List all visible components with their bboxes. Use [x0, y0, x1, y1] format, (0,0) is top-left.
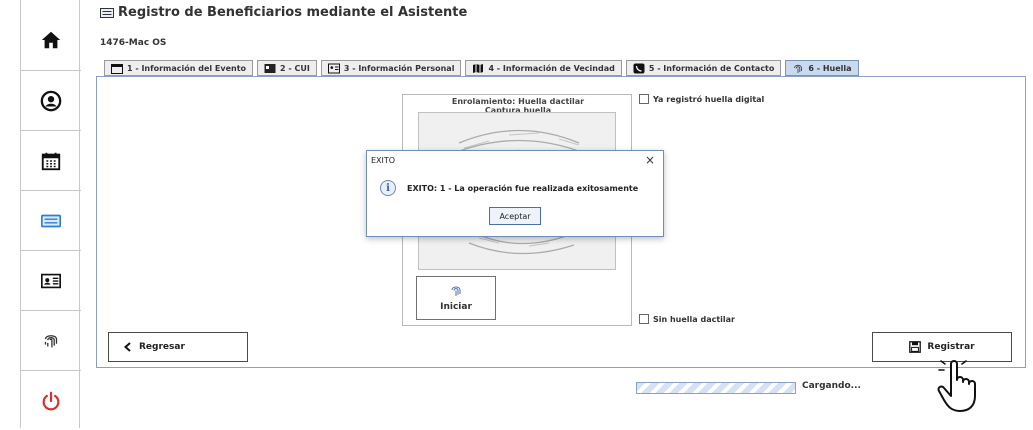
success-dialog: EXITO × i EXITO: 1 - La operación fue re…: [366, 150, 664, 237]
checkbox-box[interactable]: [639, 94, 649, 104]
dialog-ok-button[interactable]: Aceptar: [489, 207, 541, 225]
id-card-icon: [327, 63, 340, 73]
page-title-text: Registro de Beneficiarios mediante el As…: [118, 5, 468, 20]
phone-icon: [633, 63, 645, 73]
device-label: 1476-Mac OS: [100, 38, 167, 48]
tab-event-info[interactable]: 1 - Información del Evento: [104, 60, 254, 76]
fingerprint-icon: [44, 334, 58, 347]
sidebar: [20, 0, 81, 430]
id-card-icon: [41, 273, 61, 288]
keyboard-icon: [100, 7, 114, 18]
sidebar-item-user[interactable]: [21, 70, 81, 130]
power-icon: [42, 391, 60, 410]
page-title: Registro de Beneficiarios mediante el As…: [100, 5, 467, 20]
map-icon: [473, 63, 484, 73]
chevron-left-icon: [123, 342, 131, 352]
checkbox-label: Sin huella dactilar: [653, 314, 735, 324]
loading-progress-bar: [636, 382, 796, 394]
tab-fingerprint[interactable]: 6 - Huella: [785, 60, 859, 76]
sidebar-item-home[interactable]: [21, 10, 81, 70]
start-capture-button[interactable]: Iniciar: [416, 276, 496, 320]
wizard-tabs: 1 - Información del Evento 2 - CUI 3 - I…: [104, 60, 859, 76]
sidebar-item-fingerprint[interactable]: [21, 310, 81, 370]
dialog-title: EXITO: [371, 156, 396, 165]
dialog-close-button[interactable]: ×: [645, 153, 655, 167]
loading-text: Cargando...: [802, 381, 861, 391]
no-fingerprint-checkbox[interactable]: Sin huella dactilar: [639, 314, 735, 324]
tab-cui[interactable]: 2 - CUI: [257, 60, 317, 76]
save-icon: [909, 341, 922, 353]
fingerprint-icon: [794, 64, 803, 73]
calendar-icon: [41, 152, 61, 170]
already-registered-checkbox[interactable]: Ya registró huella digital: [639, 94, 764, 104]
fingerprint-icon: [451, 286, 461, 296]
id-icon: [264, 63, 276, 73]
tab-personal-info[interactable]: 3 - Información Personal: [320, 60, 462, 76]
enrollment-title: Enrolamiento: Huella dactilar: [451, 97, 585, 106]
back-button[interactable]: Regresar: [108, 332, 248, 362]
checkbox-box[interactable]: [639, 314, 649, 324]
checkbox-label: Ya registró huella digital: [653, 94, 765, 104]
sidebar-item-power[interactable]: [21, 370, 81, 430]
calendar-icon: [111, 63, 123, 74]
tab-residence-info[interactable]: 4 - Información de Vecindad: [465, 60, 622, 76]
sidebar-item-keyboard[interactable]: [21, 190, 81, 250]
home-icon: [41, 31, 61, 49]
sidebar-item-id-card[interactable]: [21, 250, 81, 310]
sidebar-item-calendar[interactable]: [21, 130, 81, 190]
tab-contact-info[interactable]: 5 - Información de Contacto: [625, 60, 782, 76]
dialog-message: EXITO: 1 - La operación fue realizada ex…: [407, 184, 639, 193]
keyboard-icon: [41, 214, 61, 227]
user-icon: [40, 90, 62, 111]
info-icon: i: [380, 180, 396, 196]
hand-cursor-icon: [937, 360, 976, 412]
